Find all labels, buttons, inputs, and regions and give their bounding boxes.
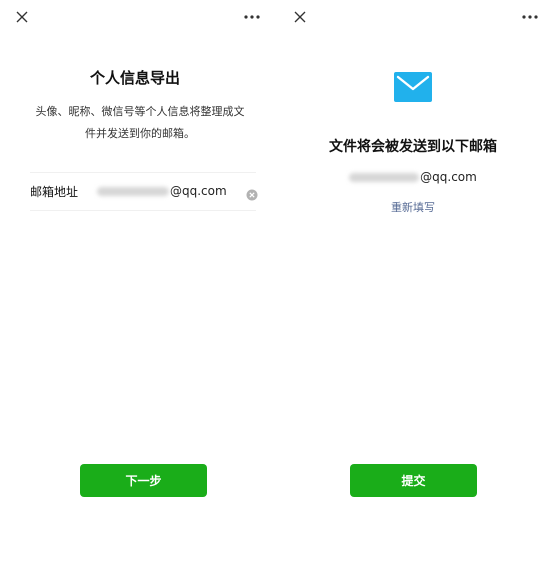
more-icon [522, 15, 538, 19]
submit-button[interactable]: 提交 [350, 464, 477, 497]
refill-link[interactable]: 重新填写 [278, 199, 548, 215]
clear-icon [246, 189, 258, 201]
page-title: 文件将会被发送到以下邮箱 [329, 139, 497, 155]
email-label: 邮箱地址 [30, 185, 79, 199]
email-domain-text: @qq.com [420, 170, 477, 184]
top-bar [278, 0, 548, 34]
redacted-email-mask [97, 186, 169, 196]
top-bar [0, 0, 270, 34]
email-input[interactable]: @qq.com [97, 181, 237, 201]
email-form-row: 邮箱地址 @qq.com [30, 172, 258, 211]
more-button[interactable] [240, 7, 264, 27]
close-button[interactable] [12, 7, 32, 27]
export-info-screen: 个人信息导出 头像、昵称、微信号等个人信息将整理成文 件并发送到你的邮箱。 邮箱… [0, 0, 270, 563]
page-title: 个人信息导出 [89, 69, 180, 87]
more-icon [244, 15, 260, 19]
close-icon [294, 11, 306, 23]
close-icon [16, 11, 28, 23]
confirm-email-screen: 文件将会被发送到以下邮箱 @qq.com 重新填写 提交 [278, 0, 548, 563]
envelope-icon [394, 72, 432, 102]
redacted-email-mask [349, 172, 420, 182]
email-domain-text: @qq.com [170, 184, 227, 198]
description-line-1: 头像、昵称、微信号等个人信息将整理成文 [35, 105, 245, 118]
clear-input-button[interactable] [246, 186, 258, 201]
target-email: @qq.com [278, 168, 548, 186]
next-step-button[interactable]: 下一步 [80, 464, 207, 497]
close-button[interactable] [290, 7, 310, 27]
description-line-2: 件并发送到你的邮箱。 [85, 127, 195, 140]
more-button[interactable] [518, 7, 542, 27]
description: 头像、昵称、微信号等个人信息将整理成文 件并发送到你的邮箱。 [32, 101, 248, 145]
